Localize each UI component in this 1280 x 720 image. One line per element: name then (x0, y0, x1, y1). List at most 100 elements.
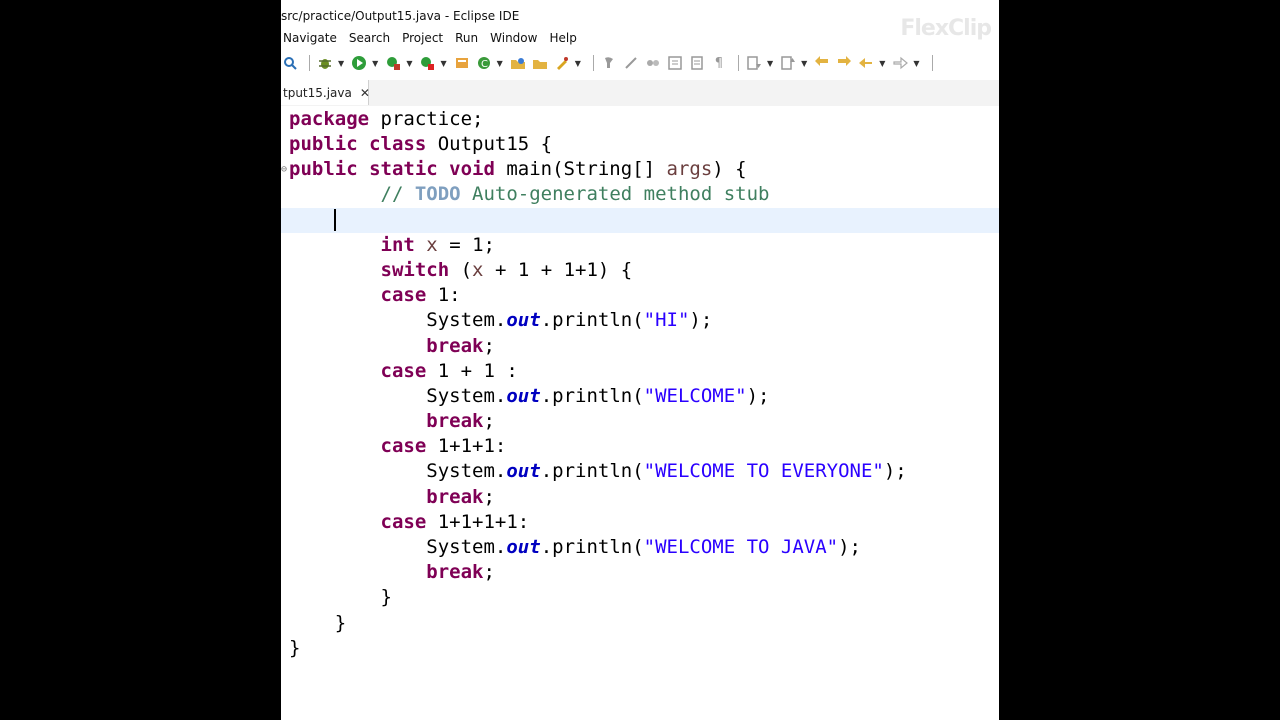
menu-navigate[interactable]: Navigate (281, 28, 343, 48)
code-text: System. (426, 460, 507, 483)
code-text: System. (426, 536, 507, 558)
todo-tag: TODO (414, 183, 461, 206)
keyword: break (426, 410, 484, 433)
code-line: System.out.println("HI"); (289, 308, 999, 333)
string-literal: "WELCOME TO JAVA" (643, 536, 839, 558)
code-line: ⊖ public static void main(String[] args) … (281, 157, 999, 182)
menu-help[interactable]: Help (547, 28, 582, 48)
keyword: int (380, 233, 415, 256)
keyword: class (357, 133, 427, 155)
code-text: .println( (540, 460, 644, 483)
menu-project[interactable]: Project (400, 28, 449, 48)
keyword: case (380, 435, 427, 458)
search-icon[interactable] (281, 54, 299, 72)
next-annotation-icon[interactable] (600, 54, 618, 72)
code-line: break; (289, 485, 999, 510)
field: out (506, 460, 541, 483)
code-line: case 1+1+1+1: (289, 510, 999, 535)
open-task-icon[interactable] (531, 54, 549, 72)
code-line: System.out.println("WELCOME"); (289, 384, 999, 409)
last-edit-icon[interactable] (745, 54, 763, 72)
code-text: Output15 { (426, 133, 553, 155)
toolbar-separator-4 (931, 55, 933, 71)
menu-search[interactable]: Search (347, 28, 396, 48)
run-dropdown-icon[interactable]: ▼ (372, 59, 378, 68)
code-editor[interactable]: package practice; public class Output15 … (281, 106, 999, 720)
back-history-icon[interactable] (813, 54, 831, 72)
menu-window[interactable]: Window (488, 28, 543, 48)
toggle-block-icon[interactable] (666, 54, 684, 72)
code-text: ; (483, 485, 495, 508)
code-text: + 1 + 1+1) { (483, 258, 633, 281)
new-class-dropdown-icon[interactable]: ▼ (497, 59, 503, 68)
keyword: static (357, 158, 438, 181)
main-toolbar: ▼ ▼ ▼ ▼ C ▼ ▼ ¶ ▼ ▼ ▼ ▼ (281, 50, 999, 76)
pilcrow-icon[interactable]: ¶ (710, 54, 728, 72)
keyword: case (380, 510, 427, 533)
code-text: System. (426, 384, 507, 407)
code-line: System.out.println("WELCOME TO JAVA"); (289, 535, 999, 560)
code-text: ) { (712, 158, 747, 181)
text-cursor (333, 209, 336, 232)
code-text: 1+1+1+1: (426, 510, 530, 533)
comment: // (380, 183, 415, 206)
keyword: break (426, 334, 484, 357)
last-edit-dropdown-icon[interactable]: ▼ (767, 59, 773, 68)
keyword: case (380, 284, 427, 307)
window-title: src/practice/Output15.java - Eclipse IDE (281, 9, 520, 23)
code-line: } (289, 585, 999, 610)
code-line: public class Output15 { (289, 132, 999, 157)
code-line: break; (289, 409, 999, 434)
svg-text:C: C (481, 59, 488, 70)
external-tools-icon[interactable] (418, 54, 436, 72)
open-type-icon[interactable] (509, 54, 527, 72)
code-text: practice; (369, 108, 484, 130)
editor-tab-label: tput15.java (283, 85, 352, 100)
code-content: package practice; public class Output15 … (281, 106, 999, 661)
coverage-icon[interactable] (384, 54, 402, 72)
forward-history-icon[interactable] (835, 54, 853, 72)
external-tools-dropdown-icon[interactable]: ▼ (440, 59, 446, 68)
code-text: ); (689, 309, 713, 332)
code-text: 1 + 1 : (426, 359, 518, 382)
highlight-icon[interactable] (644, 54, 662, 72)
code-line: } (289, 636, 999, 661)
menu-run[interactable]: Run (453, 28, 484, 48)
code-line: int x = 1; (289, 233, 999, 258)
open-task-2-icon[interactable] (553, 54, 571, 72)
forward-icon[interactable] (891, 54, 909, 72)
code-text: = 1; (437, 233, 495, 256)
fold-marker-icon[interactable]: ⊖ (281, 157, 287, 182)
task-dropdown-icon[interactable]: ▼ (575, 59, 581, 68)
code-line: // TODO Auto-generated method stub (289, 182, 999, 207)
run-icon[interactable] (350, 54, 368, 72)
forward-dropdown-icon[interactable]: ▼ (913, 59, 919, 68)
code-line: case 1+1+1: (289, 434, 999, 459)
back-dropdown-icon[interactable]: ▼ (879, 59, 885, 68)
new-class-icon[interactable]: C (475, 54, 493, 72)
code-line: package practice; (289, 106, 999, 132)
toolbar-separator-2 (592, 55, 594, 71)
next-edit-dropdown-icon[interactable]: ▼ (801, 59, 807, 68)
debug-dropdown-icon[interactable]: ▼ (338, 59, 344, 68)
debug-icon[interactable] (316, 54, 334, 72)
variable: x (426, 233, 438, 256)
close-icon[interactable]: ✕ (360, 86, 370, 100)
code-text: .println( (540, 309, 644, 332)
show-whitespace-icon[interactable] (688, 54, 706, 72)
code-text: System. (426, 309, 507, 332)
toolbar-separator-3 (737, 55, 739, 71)
prev-annotation-icon[interactable] (622, 54, 640, 72)
new-java-project-icon[interactable] (453, 54, 471, 72)
toolbar-separator (309, 55, 310, 71)
editor-tab-output15[interactable]: tput15.java ✕ (281, 80, 370, 105)
coverage-dropdown-icon[interactable]: ▼ (406, 59, 412, 68)
keyword: break (426, 561, 484, 584)
code-text: ); (838, 536, 861, 558)
code-text: } (380, 586, 392, 609)
code-line: break; (289, 560, 999, 585)
field: out (506, 536, 541, 558)
code-text: 1: (426, 284, 461, 307)
next-edit-icon[interactable] (779, 54, 797, 72)
back-icon[interactable] (857, 54, 875, 72)
